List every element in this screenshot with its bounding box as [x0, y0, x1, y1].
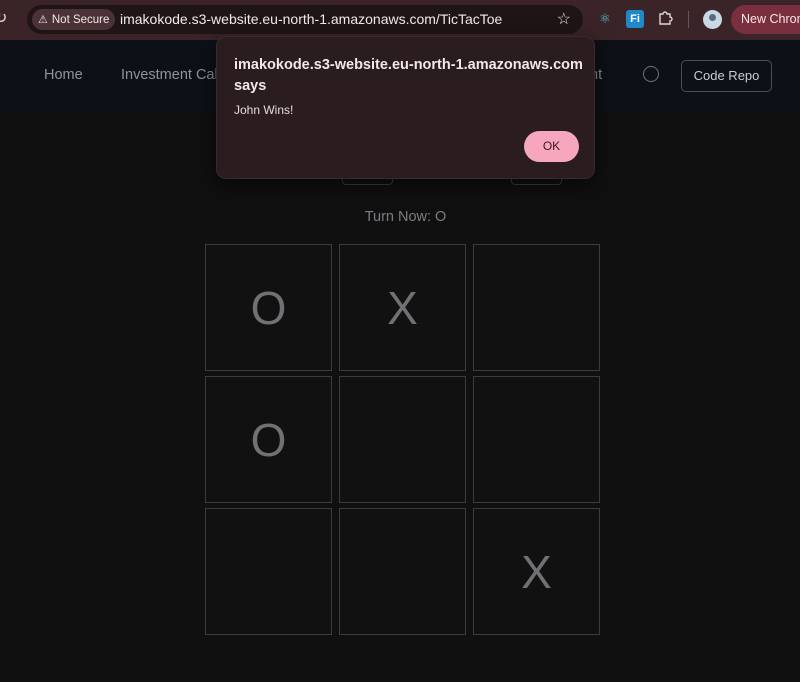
board-cell[interactable]: O: [205, 376, 332, 503]
alert-title: imakokode.s3-website.eu-north-1.amazonaw…: [234, 57, 583, 94]
turn-label: Turn Now:: [364, 209, 432, 225]
board-cell[interactable]: O: [205, 244, 332, 371]
toolbar-separator: [688, 11, 689, 28]
board-cell[interactable]: [339, 508, 466, 635]
dribbble-icon[interactable]: [643, 66, 659, 82]
board-cell[interactable]: X: [473, 508, 600, 635]
board-cell[interactable]: [473, 244, 600, 371]
board-cell[interactable]: [205, 508, 332, 635]
bookmark-star-icon[interactable]: ☆: [557, 9, 571, 29]
ok-button[interactable]: OK: [524, 131, 579, 162]
warning-icon: ⚠: [38, 14, 48, 26]
security-chip[interactable]: ⚠ Not Secure: [32, 9, 116, 30]
reload-icon[interactable]: ↻: [0, 10, 12, 28]
puzzle-icon[interactable]: [656, 10, 674, 28]
alert-message: John Wins!: [234, 103, 294, 117]
browser-toolbar: ↻ ⚠ Not Secure imakokode.s3-website.eu-n…: [0, 0, 800, 40]
fi-extension-icon[interactable]: Fi: [626, 10, 644, 28]
board-cell[interactable]: X: [339, 244, 466, 371]
security-chip-label: Not Secure: [51, 13, 110, 26]
turn-indicator: Turn Now: O: [0, 209, 800, 225]
address-bar[interactable]: ⚠ Not Secure imakokode.s3-website.eu-nor…: [27, 5, 583, 34]
avatar[interactable]: [703, 10, 722, 29]
alert-dialog: imakokode.s3-website.eu-north-1.amazonaw…: [216, 36, 595, 179]
url-text[interactable]: imakokode.s3-website.eu-north-1.amazonaw…: [120, 11, 502, 27]
turn-value: O: [435, 209, 447, 225]
board-cell[interactable]: [339, 376, 466, 503]
board-cell[interactable]: [473, 376, 600, 503]
nav-investment[interactable]: Investment Calc: [121, 67, 225, 83]
new-chrome-button[interactable]: New Chrom: [731, 5, 800, 34]
nav-home[interactable]: Home: [44, 67, 83, 83]
code-repo-button[interactable]: Code Repo: [681, 60, 772, 92]
react-devtools-icon[interactable]: ⚛: [596, 10, 614, 28]
